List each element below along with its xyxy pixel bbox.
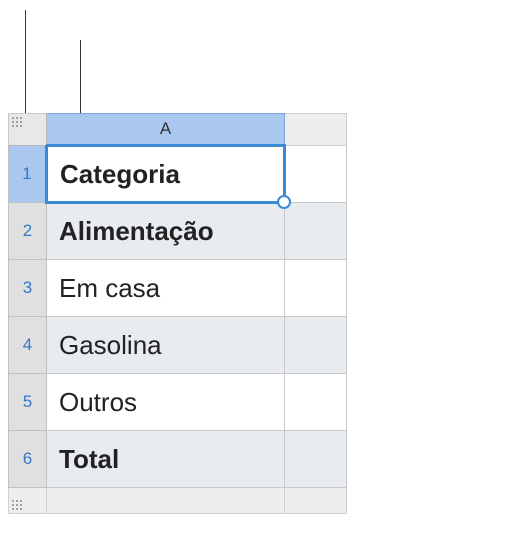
cell-b6[interactable] bbox=[285, 431, 347, 488]
cell-b2[interactable] bbox=[285, 203, 347, 260]
table-row: 1 Categoria bbox=[9, 146, 347, 203]
row-header-3[interactable]: 3 bbox=[9, 260, 47, 317]
cell-b5[interactable] bbox=[285, 374, 347, 431]
column-header-a[interactable]: A bbox=[47, 114, 285, 146]
grip-dots-icon bbox=[12, 500, 22, 510]
cell-a6[interactable]: Total bbox=[47, 431, 285, 488]
cell-a5[interactable]: Outros bbox=[47, 374, 285, 431]
selection-handle[interactable] bbox=[277, 195, 291, 209]
grip-dots-icon bbox=[12, 117, 22, 127]
cell-text: Outros bbox=[59, 387, 137, 417]
row-header-5[interactable]: 5 bbox=[9, 374, 47, 431]
table-row: 5 Outros bbox=[9, 374, 347, 431]
table-row: 2 Alimentação bbox=[9, 203, 347, 260]
cell-b4[interactable] bbox=[285, 317, 347, 374]
cell-text: Total bbox=[59, 444, 119, 474]
cell-a4[interactable]: Gasolina bbox=[47, 317, 285, 374]
cell-b1[interactable] bbox=[285, 146, 347, 203]
footer-cell bbox=[47, 488, 285, 514]
row-header-6[interactable]: 6 bbox=[9, 431, 47, 488]
column-header-empty[interactable] bbox=[285, 114, 347, 146]
cell-text: Categoria bbox=[60, 159, 180, 189]
row-header-4[interactable]: 4 bbox=[9, 317, 47, 374]
row-header-2[interactable]: 2 bbox=[9, 203, 47, 260]
footer-row bbox=[9, 488, 347, 514]
cell-b3[interactable] bbox=[285, 260, 347, 317]
add-row-corner[interactable] bbox=[9, 488, 47, 514]
table-row: 6 Total bbox=[9, 431, 347, 488]
callout-line-column bbox=[80, 40, 81, 113]
table-row: 4 Gasolina bbox=[9, 317, 347, 374]
cell-a3[interactable]: Em casa bbox=[47, 260, 285, 317]
cell-text: Alimentação bbox=[59, 216, 214, 246]
callout-line-corner bbox=[25, 10, 26, 113]
column-header-row: A bbox=[9, 114, 347, 146]
cell-text: Gasolina bbox=[59, 330, 162, 360]
select-all-corner[interactable] bbox=[9, 114, 47, 146]
spreadsheet-table: A 1 Categoria 2 Alimentação 3 Em casa 4 … bbox=[8, 113, 347, 514]
footer-cell bbox=[285, 488, 347, 514]
cell-a1[interactable]: Categoria bbox=[47, 146, 285, 203]
cell-a2[interactable]: Alimentação bbox=[47, 203, 285, 260]
cell-text: Em casa bbox=[59, 273, 160, 303]
row-header-1[interactable]: 1 bbox=[9, 146, 47, 203]
table-row: 3 Em casa bbox=[9, 260, 347, 317]
